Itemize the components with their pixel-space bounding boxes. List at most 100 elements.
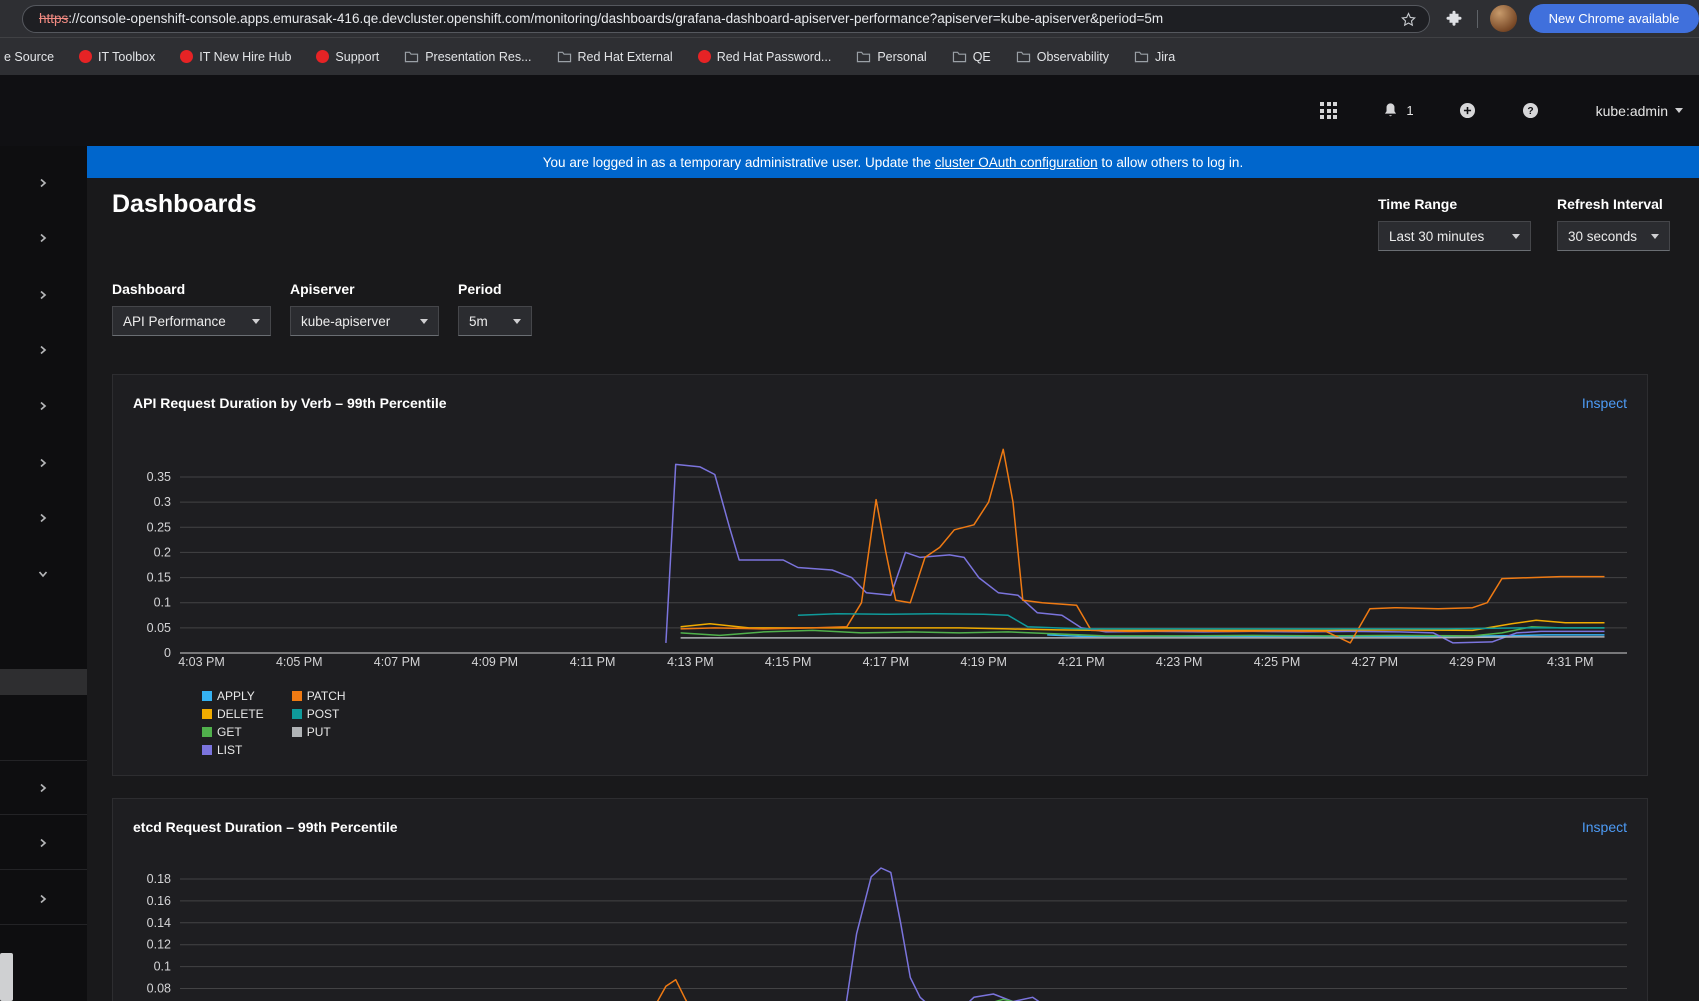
- etcd-duration-chart[interactable]: 0.080.10.120.140.160.18: [133, 859, 1627, 1001]
- bookmark-label: Red Hat Password...: [717, 50, 832, 64]
- legend-item-post[interactable]: POST: [292, 707, 346, 721]
- nav-active-item[interactable]: [0, 669, 87, 695]
- nav-chevron-right-icon[interactable]: [37, 511, 49, 529]
- bell-icon: [1381, 101, 1400, 120]
- svg-text:4:25 PM: 4:25 PM: [1254, 655, 1301, 669]
- nav-chevron-right-icon[interactable]: [37, 892, 49, 910]
- legend-label: LIST: [217, 743, 242, 757]
- bookmark-item[interactable]: Presentation Res...: [404, 50, 531, 64]
- bookmark-item[interactable]: Personal: [856, 50, 926, 64]
- legend-item-get[interactable]: GET: [202, 725, 264, 739]
- svg-text:0.14: 0.14: [147, 916, 171, 930]
- extensions-puzzle-icon[interactable]: [1445, 10, 1463, 28]
- refresh-interval-select[interactable]: 30 seconds: [1557, 221, 1670, 251]
- chevron-down-icon: [252, 319, 260, 324]
- bookmark-item[interactable]: IT New Hire Hub: [180, 50, 291, 64]
- url-text: ://console-openshift-console.apps.emuras…: [68, 11, 1163, 26]
- user-menu[interactable]: kube:admin: [1596, 103, 1683, 119]
- nav-divider: [0, 760, 87, 761]
- new-chrome-button[interactable]: New Chrome available: [1529, 4, 1699, 33]
- folder-icon: [1134, 50, 1149, 63]
- svg-text:0.2: 0.2: [154, 545, 171, 559]
- help-question-icon[interactable]: ?: [1521, 101, 1540, 120]
- folder-icon: [557, 50, 572, 63]
- nav-chevron-down-icon[interactable]: [37, 567, 49, 585]
- series-list: [666, 464, 1605, 643]
- bookmark-label: Red Hat External: [578, 50, 673, 64]
- refresh-interval-value: 30 seconds: [1568, 229, 1637, 244]
- inspect-link[interactable]: Inspect: [1582, 395, 1627, 411]
- legend-swatch: [292, 709, 302, 719]
- bookmark-item[interactable]: QE: [952, 50, 991, 64]
- svg-text:0.3: 0.3: [154, 495, 171, 509]
- api-duration-chart[interactable]: 00.050.10.150.20.250.30.354:03 PM4:05 PM…: [133, 435, 1627, 685]
- legend-item-apply[interactable]: APPLY: [202, 689, 264, 703]
- chart-legend: APPLY DELETE GET LIST PATCH POST PUT: [202, 689, 1627, 757]
- bookmark-item[interactable]: Jira: [1134, 50, 1175, 64]
- card-etcd-request-duration: etcd Request Duration – 99th Percentile …: [112, 798, 1648, 1001]
- add-plus-circle-icon[interactable]: [1458, 101, 1477, 120]
- bookmarks-bar: e Source IT Toolbox IT New Hire Hub Support…: [0, 37, 1699, 75]
- nav-chevron-right-icon[interactable]: [37, 288, 49, 306]
- svg-text:4:31 PM: 4:31 PM: [1547, 655, 1594, 669]
- nav-chevron-right-icon[interactable]: [37, 781, 49, 799]
- toolbar-separator: [1477, 10, 1478, 28]
- temporary-login-banner: You are logged in as a temporary adminis…: [87, 146, 1699, 178]
- chevron-down-icon: [513, 319, 521, 324]
- bookmark-label: Observability: [1037, 50, 1109, 64]
- chart-plot[interactable]: 0.080.10.120.140.160.18: [133, 859, 1629, 1001]
- page-title: Dashboards: [112, 190, 256, 251]
- chart-title: etcd Request Duration – 99th Percentile: [133, 819, 398, 835]
- notifications-bell[interactable]: 1: [1381, 101, 1413, 120]
- bookmark-item[interactable]: Red Hat External: [557, 50, 673, 64]
- nav-chevron-right-icon[interactable]: [37, 343, 49, 361]
- app-launcher-icon[interactable]: [1320, 102, 1337, 119]
- svg-text:0.1: 0.1: [154, 960, 171, 974]
- chart-title: API Request Duration by Verb – 99th Perc…: [133, 395, 447, 411]
- bookmark-item[interactable]: e Source: [4, 50, 54, 64]
- bookmark-item[interactable]: IT Toolbox: [79, 50, 155, 64]
- bookmark-label: QE: [973, 50, 991, 64]
- legend-item-patch[interactable]: PATCH: [292, 689, 346, 703]
- chart-plot[interactable]: 00.050.10.150.20.250.30.354:03 PM4:05 PM…: [133, 435, 1629, 680]
- chevron-down-icon: [1675, 108, 1683, 113]
- svg-text:0.35: 0.35: [147, 470, 171, 484]
- period-select[interactable]: 5m: [458, 306, 532, 336]
- legend-item-list[interactable]: LIST: [202, 743, 264, 757]
- bookmark-star-icon[interactable]: [1400, 11, 1417, 31]
- legend-item-delete[interactable]: DELETE: [202, 707, 264, 721]
- oauth-config-link[interactable]: cluster OAuth configuration: [935, 155, 1098, 170]
- svg-text:4:09 PM: 4:09 PM: [472, 655, 519, 669]
- svg-text:4:05 PM: 4:05 PM: [276, 655, 323, 669]
- url-bar[interactable]: https://console-openshift-console.apps.e…: [22, 5, 1430, 33]
- inspect-link[interactable]: Inspect: [1582, 819, 1627, 835]
- nav-chevron-right-icon[interactable]: [37, 176, 49, 194]
- apiserver-label: Apiserver: [290, 281, 439, 297]
- console-masthead: 1 ? kube:admin: [0, 75, 1699, 146]
- apiserver-select[interactable]: kube-apiserver: [290, 306, 439, 336]
- folder-icon: [404, 50, 419, 63]
- legend-item-put[interactable]: PUT: [292, 725, 346, 739]
- period-label: Period: [458, 281, 532, 297]
- nav-scrollbar[interactable]: [0, 953, 13, 1001]
- refresh-interval-label: Refresh Interval: [1557, 196, 1670, 212]
- series-post: [798, 614, 1605, 629]
- bookmark-item[interactable]: Observability: [1016, 50, 1109, 64]
- legend-label: DELETE: [217, 707, 264, 721]
- banner-text-after: to allow others to log in.: [1098, 155, 1244, 170]
- profile-avatar[interactable]: [1490, 5, 1517, 32]
- time-range-select[interactable]: Last 30 minutes: [1378, 221, 1531, 251]
- svg-text:4:27 PM: 4:27 PM: [1351, 655, 1398, 669]
- nav-chevron-right-icon[interactable]: [37, 399, 49, 417]
- nav-chevron-right-icon[interactable]: [37, 231, 49, 249]
- nav-divider: [0, 924, 87, 925]
- legend-swatch: [292, 691, 302, 701]
- svg-text:0.18: 0.18: [147, 872, 171, 886]
- period-value: 5m: [469, 314, 488, 329]
- bookmark-item[interactable]: Red Hat Password...: [698, 50, 832, 64]
- svg-text:4:23 PM: 4:23 PM: [1156, 655, 1203, 669]
- nav-chevron-right-icon[interactable]: [37, 836, 49, 854]
- nav-chevron-right-icon[interactable]: [37, 456, 49, 474]
- dashboard-select[interactable]: API Performance: [112, 306, 271, 336]
- bookmark-item[interactable]: Support: [316, 50, 379, 64]
